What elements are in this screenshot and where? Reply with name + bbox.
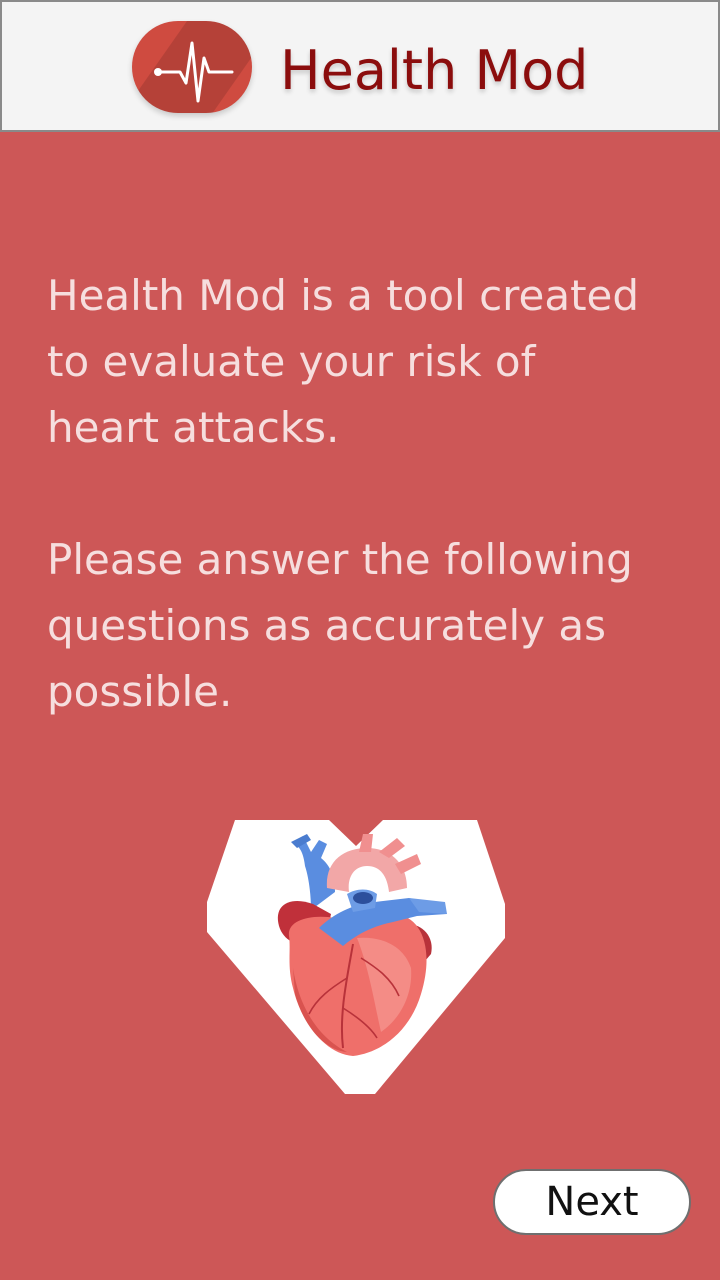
anatomical-heart-icon	[207, 820, 505, 1094]
intro-screen: Health Mod Health Mod is a tool created …	[0, 0, 720, 1280]
intro-line: to evaluate your risk of	[47, 337, 536, 386]
instruction-line: Please answer the following	[47, 535, 633, 584]
intro-line: heart attacks.	[47, 403, 340, 452]
app-logo	[132, 21, 252, 113]
heartbeat-pulse-icon	[154, 41, 234, 103]
app-title: Health Mod	[280, 39, 589, 102]
instruction-line: possible.	[47, 667, 233, 716]
instruction-line: questions as accurately as	[47, 601, 607, 650]
heart-illustration	[207, 818, 505, 1096]
intro-line: Health Mod is a tool created	[47, 271, 640, 320]
app-header: Health Mod	[0, 0, 720, 132]
next-button[interactable]: Next	[493, 1169, 691, 1235]
intro-text: Health Mod is a tool created to evaluate…	[47, 263, 697, 725]
